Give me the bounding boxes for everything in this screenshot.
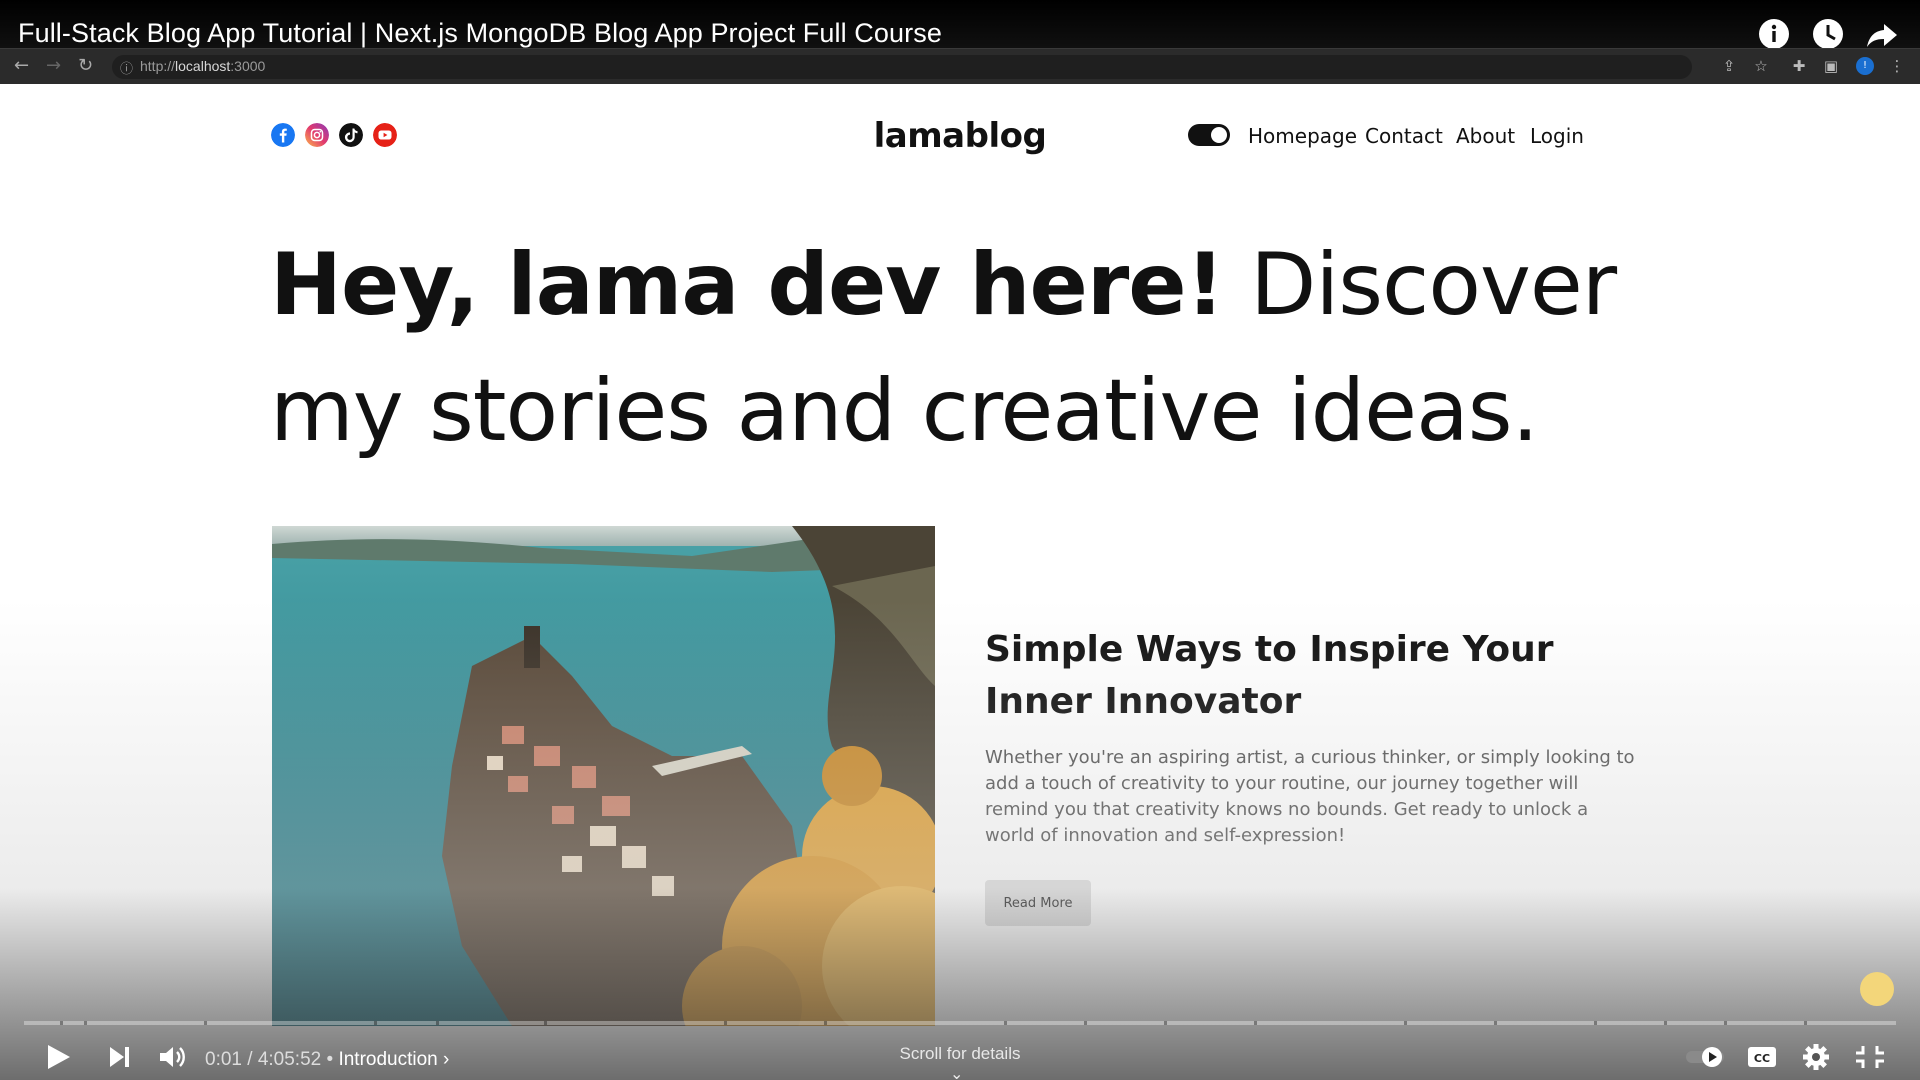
back-icon[interactable]: ←: [14, 55, 29, 76]
scroll-hint[interactable]: Scroll for details: [0, 1044, 1920, 1064]
theme-toggle[interactable]: [1188, 124, 1230, 146]
browser-toolbar: ← → ↻ ⓘ http://localhost:3000 ⇪ ☆ ✚ ▣ ! …: [0, 48, 1920, 84]
chevron-down-icon[interactable]: ⌄: [950, 1064, 963, 1080]
theme-toggle-knob: [1211, 127, 1227, 143]
captions-icon[interactable]: CC: [1742, 1040, 1782, 1074]
forward-icon[interactable]: →: [46, 55, 61, 76]
side-panel-icon[interactable]: ▣: [1822, 57, 1840, 75]
blog-page: lamablog Homepage Contact About Login He…: [0, 84, 1920, 1080]
url-text: http://localhost:3000: [140, 58, 266, 74]
exit-fullscreen-icon[interactable]: [1850, 1040, 1890, 1074]
share-page-icon[interactable]: ⇪: [1720, 57, 1738, 75]
post-description: Whether you're an aspiring artist, a cur…: [985, 747, 1635, 846]
settings-gear-icon[interactable]: [1796, 1040, 1836, 1074]
featured-post-image[interactable]: [272, 526, 935, 1026]
emoji-reaction-icon[interactable]: [1860, 972, 1894, 1006]
site-logo[interactable]: lamablog: [0, 116, 1920, 156]
post-title[interactable]: Simple Ways to Inspire Your Inner Innova…: [985, 624, 1625, 728]
watch-later-icon[interactable]: [1810, 16, 1846, 52]
hero-heading-bold: Hey, lama dev here!: [270, 235, 1225, 335]
extensions-icon[interactable]: ✚: [1790, 57, 1808, 75]
hero-heading: Hey, lama dev here! Discover my stories …: [270, 222, 1670, 474]
bookmark-star-icon[interactable]: ☆: [1752, 57, 1770, 75]
nav-about[interactable]: About: [1456, 124, 1515, 148]
progress-bar[interactable]: [24, 1021, 1896, 1025]
browser-menu-icon[interactable]: ⋮: [1888, 57, 1906, 75]
svg-text:CC: CC: [1754, 1052, 1770, 1065]
nav-login[interactable]: Login: [1530, 124, 1584, 148]
share-icon[interactable]: [1864, 16, 1900, 52]
read-more-button[interactable]: Read More: [985, 880, 1091, 926]
profile-avatar-icon[interactable]: !: [1856, 57, 1874, 75]
site-info-icon[interactable]: ⓘ: [120, 58, 133, 77]
video-title-bar: Full-Stack Blog App Tutorial | Next.js M…: [0, 0, 1920, 84]
address-bar[interactable]: ⓘ http://localhost:3000: [112, 55, 1692, 79]
autoplay-toggle-icon[interactable]: [1682, 1040, 1730, 1074]
info-icon[interactable]: [1756, 16, 1792, 52]
player-controls: 0:01 / 4:05:52 • Introduction › Scroll f…: [0, 1010, 1920, 1080]
reload-icon[interactable]: ↻: [78, 55, 93, 76]
nav-homepage[interactable]: Homepage: [1248, 124, 1357, 148]
video-title[interactable]: Full-Stack Blog App Tutorial | Next.js M…: [18, 18, 942, 49]
nav-contact[interactable]: Contact: [1365, 124, 1443, 148]
